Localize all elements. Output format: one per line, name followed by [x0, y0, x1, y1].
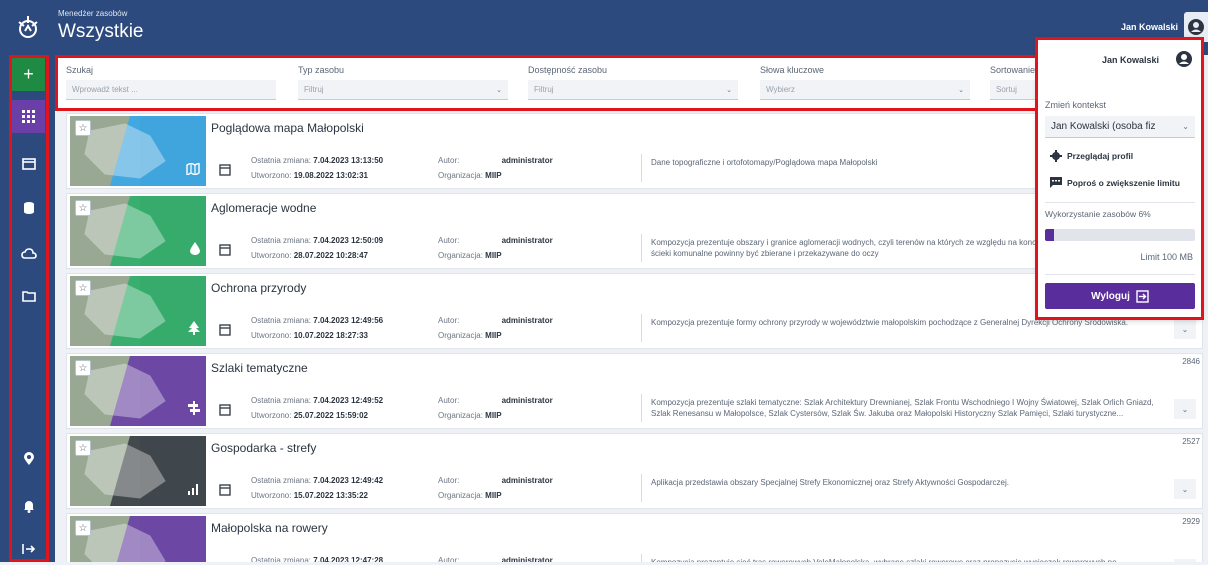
filter-bar-highlight [55, 55, 1203, 111]
app-logo-icon[interactable] [0, 0, 55, 55]
divider [641, 474, 642, 502]
resource-window-icon [219, 243, 231, 261]
meta-last-change: Ostatnia zmiana: 7.04.2023 12:49:56 [251, 316, 384, 325]
meta-created: Utworzono: 28.07.2022 10:28:47 [251, 251, 368, 260]
resource-title[interactable]: Ochrona przyrody [211, 281, 306, 295]
meta-organization: Organizacja: MIIP [438, 411, 502, 420]
favorite-star-icon[interactable]: ☆ [75, 120, 91, 136]
resource-description: Aplikacja przedstawia obszary Specjalnej… [651, 478, 1009, 487]
expand-button[interactable]: ⌄ [1174, 479, 1196, 499]
resource-window-icon [219, 323, 231, 341]
add-resource-button[interactable]: + [12, 58, 45, 91]
resource-description: Kompozycja prezentuje szlaki tematyczne:… [651, 398, 1154, 418]
chevron-down-icon: ⌄ [1181, 324, 1189, 334]
resource-window-icon [219, 163, 231, 181]
meta-author: Autor: administrator [438, 396, 553, 405]
chevron-down-icon: ⌄ [1181, 484, 1189, 494]
top-user-name[interactable]: Jan Kowalski [1121, 22, 1178, 32]
database-icon[interactable] [12, 191, 45, 224]
expand-button[interactable]: ⌄ [1174, 399, 1196, 419]
meta-created: Utworzono: 10.07.2022 18:27:33 [251, 331, 368, 340]
meta-organization: Organizacja: MIIP [438, 491, 502, 500]
resource-title[interactable]: Aglomeracje wodne [211, 201, 316, 215]
meta-created: Utworzono: 15.07.2022 13:35:22 [251, 491, 368, 500]
meta-organization: Organizacja: MIIP [438, 171, 502, 180]
tree-icon [188, 321, 200, 340]
resource-description: Kompozycja prezentuje sieć tras rowerowy… [651, 557, 1171, 562]
resource-thumbnail[interactable]: ☆ [70, 516, 206, 562]
resource-title[interactable]: Gospodarka - strefy [211, 441, 316, 455]
meta-organization: Organizacja: MIIP [438, 251, 502, 260]
divider [641, 234, 642, 262]
resource-card[interactable]: ☆ Gospodarka - strefy Ostatnia zmiana: 7… [66, 433, 1203, 509]
folder-icon[interactable] [12, 279, 45, 312]
map-icon [186, 161, 200, 180]
divider [641, 394, 642, 422]
meta-author: Autor: administrator [438, 556, 553, 562]
favorite-star-icon[interactable]: ☆ [75, 440, 91, 456]
resource-card[interactable]: ☆ Aglomeracje wodne Ostatnia zmiana: 7.0… [66, 193, 1203, 269]
signpost-icon [188, 401, 200, 420]
favorite-star-icon[interactable]: ☆ [75, 200, 91, 216]
meta-organization: Organizacja: MIIP [438, 331, 502, 340]
meta-author: Autor: administrator [438, 156, 553, 165]
meta-last-change: Ostatnia zmiana: 7.04.2023 13:13:50 [251, 156, 384, 165]
resource-card[interactable]: ☆ Poglądowa mapa Małopolski Ostatnia zmi… [66, 113, 1203, 189]
resource-thumbnail[interactable]: ☆ [70, 276, 206, 346]
divider [641, 554, 642, 562]
divider [641, 314, 642, 342]
resource-title[interactable]: Małopolska na rowery [211, 521, 328, 535]
location-pin-icon[interactable] [12, 442, 45, 475]
meta-last-change: Ostatnia zmiana: 7.04.2023 12:50:09 [251, 236, 384, 245]
divider [641, 154, 642, 182]
resource-window-icon [219, 403, 231, 421]
resource-card[interactable]: ☆ Małopolska na rowery Ostatnia zmiana: … [66, 513, 1203, 562]
meta-last-change: Ostatnia zmiana: 7.04.2023 12:47:28 [251, 556, 384, 562]
bar-chart-icon [188, 482, 200, 500]
resource-thumbnail[interactable]: ☆ [70, 116, 206, 186]
app-subtitle: Menedżer zasobów [58, 9, 128, 18]
resource-window-icon[interactable] [12, 147, 45, 180]
grid-view-icon[interactable] [12, 100, 45, 133]
meta-author: Autor: administrator [438, 236, 553, 245]
resource-thumbnail[interactable]: ☆ [70, 436, 206, 506]
bell-icon[interactable] [12, 489, 45, 522]
favorite-star-icon[interactable]: ☆ [75, 360, 91, 376]
favorite-star-icon[interactable]: ☆ [75, 280, 91, 296]
meta-created: Utworzono: 19.08.2022 13:02:31 [251, 171, 368, 180]
meta-last-change: Ostatnia zmiana: 7.04.2023 12:49:42 [251, 476, 384, 485]
resource-list: ☆ Poglądowa mapa Małopolski Ostatnia zmi… [66, 113, 1203, 562]
page-title: Wszystkie [58, 21, 144, 42]
view-count: 2527 [1182, 437, 1200, 446]
meta-author: Autor: administrator [438, 476, 553, 485]
resource-title[interactable]: Poglądowa mapa Małopolski [211, 121, 364, 135]
resource-thumbnail[interactable]: ☆ [70, 196, 206, 266]
resource-card[interactable]: ☆ Szlaki tematyczne Ostatnia zmiana: 7.0… [66, 353, 1203, 429]
meta-last-change: Ostatnia zmiana: 7.04.2023 12:49:52 [251, 396, 384, 405]
resource-thumbnail[interactable]: ☆ [70, 356, 206, 426]
resource-window-icon [219, 483, 231, 501]
top-bar: Menedżer zasobów Wszystkie Jan Kowalski [0, 0, 1208, 55]
favorite-star-icon[interactable]: ☆ [75, 520, 91, 536]
meta-author: Autor: administrator [438, 316, 553, 325]
view-count: 2929 [1182, 517, 1200, 526]
meta-created: Utworzono: 25.07.2022 15:59:02 [251, 411, 368, 420]
user-panel-highlight [1035, 37, 1204, 320]
water-drop-icon [190, 242, 200, 260]
view-count: 2846 [1182, 357, 1200, 366]
logout-arrow-icon[interactable] [12, 532, 45, 565]
expand-button[interactable]: ⌄ [1174, 319, 1196, 339]
chevron-down-icon: ⌄ [1181, 404, 1189, 414]
resource-title[interactable]: Szlaki tematyczne [211, 361, 308, 375]
cloud-icon[interactable] [12, 237, 45, 270]
resource-card[interactable]: ☆ Ochrona przyrody Ostatnia zmiana: 7.04… [66, 273, 1203, 349]
